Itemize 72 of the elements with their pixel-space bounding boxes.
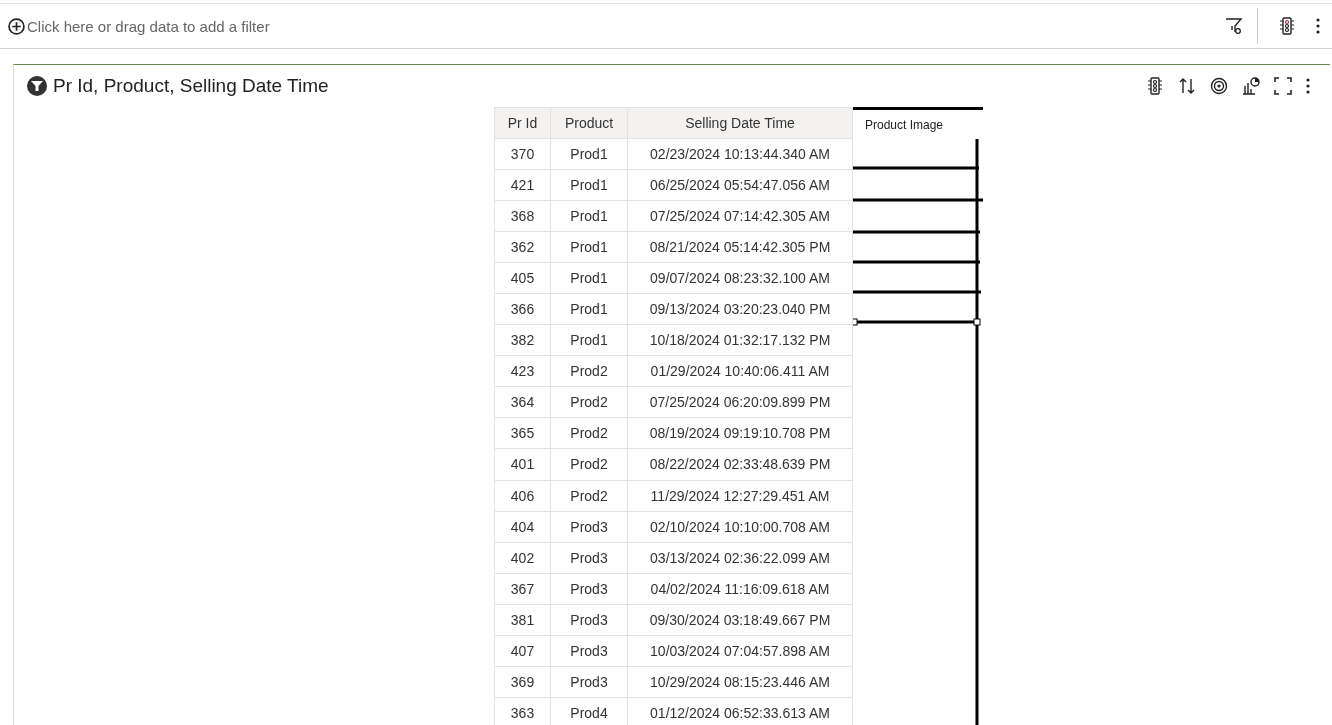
table-cell: 11/29/2024 12:27:29.451 AM [627, 480, 853, 512]
table-cell: 407 [494, 635, 551, 667]
table-cell: 370 [494, 138, 551, 170]
column-header: Product Image [853, 107, 983, 139]
table-cell: 09/30/2024 03:18:49.667 PM [627, 604, 853, 636]
table-cell: 364 [494, 386, 551, 418]
table-cell: 06/25/2024 05:54:47.056 AM [627, 169, 853, 201]
table-cell: 369 [494, 666, 551, 698]
sort-icon[interactable] [1178, 77, 1196, 95]
table-cell: 405 [494, 262, 551, 294]
table-cell: Prod1 [550, 293, 628, 325]
table-cell: 423 [494, 355, 551, 387]
table-cell: 10/29/2024 08:15:23.446 AM [627, 666, 853, 698]
table-cell: Prod3 [550, 604, 628, 636]
table-cell: Prod1 [550, 200, 628, 232]
table-cell: 402 [494, 542, 551, 574]
table-cell: Prod1 [550, 169, 628, 201]
table-cell: 08/21/2024 05:14:42.305 PM [627, 231, 853, 263]
table-cell: Prod2 [550, 386, 628, 418]
table-cell: Prod1 [550, 231, 628, 263]
table-cell: 01/29/2024 10:40:06.411 AM [627, 355, 853, 387]
table-cell: 406 [494, 480, 551, 512]
table-cell: Prod3 [550, 542, 628, 574]
table-cell: Prod2 [550, 480, 628, 512]
table-cell: Prod3 [550, 573, 628, 605]
table-cell: 365 [494, 417, 551, 449]
table-cell: 382 [494, 324, 551, 356]
table-cell: 08/22/2024 02:33:48.639 PM [627, 448, 853, 480]
table-cell: 09/07/2024 08:23:32.100 AM [627, 262, 853, 294]
table-cell: 367 [494, 573, 551, 605]
chart-icon[interactable] [1242, 77, 1260, 95]
add-icon[interactable] [8, 17, 25, 35]
panel-title: Pr Id, Product, Selling Date Time [53, 75, 329, 97]
column-header[interactable]: Selling Date Time [627, 107, 853, 139]
table-cell: 368 [494, 200, 551, 232]
table-cell: 03/13/2024 02:36:22.099 AM [627, 542, 853, 574]
table-cell: 401 [494, 448, 551, 480]
table-cell: Prod2 [550, 417, 628, 449]
traffic-light-icon[interactable] [1146, 77, 1164, 95]
traffic-light-icon[interactable] [1278, 17, 1296, 35]
table-cell: 04/02/2024 11:16:09.618 AM [627, 573, 853, 605]
table-cell: Prod3 [550, 666, 628, 698]
column-header[interactable]: Pr Id [494, 107, 551, 139]
table-cell: 09/13/2024 03:20:23.040 PM [627, 293, 853, 325]
more-icon[interactable] [1306, 78, 1310, 94]
table-cell: 07/25/2024 07:14:42.305 AM [627, 200, 853, 232]
table-cell: 02/10/2024 10:10:00.708 AM [627, 511, 853, 543]
table-cell: 366 [494, 293, 551, 325]
table-cell: 02/23/2024 10:13:44.340 AM [627, 138, 853, 170]
target-icon[interactable] [1210, 77, 1228, 95]
table-cell: Prod3 [550, 511, 628, 543]
table-cell: 10/18/2024 01:32:17.132 PM [627, 324, 853, 356]
table-cell: Prod2 [550, 448, 628, 480]
table-cell: 07/25/2024 06:20:09.899 PM [627, 386, 853, 418]
table-cell: 08/19/2024 09:19:10.708 PM [627, 417, 853, 449]
table-cell: 381 [494, 604, 551, 636]
column-header[interactable]: Product [550, 107, 628, 139]
filter-icon [27, 76, 47, 96]
table-cell: 10/03/2024 07:04:57.898 AM [627, 635, 853, 667]
table-cell: Prod1 [550, 324, 628, 356]
table-cell: Prod2 [550, 355, 628, 387]
filter-field[interactable]: Click here or drag data to add a filter [25, 11, 1225, 41]
table-cell: 404 [494, 511, 551, 543]
table-cell: Prod1 [550, 262, 628, 294]
more-icon[interactable] [1316, 18, 1320, 34]
table-cell: Prod3 [550, 635, 628, 667]
table-cell: 362 [494, 231, 551, 263]
table-cell: 421 [494, 169, 551, 201]
table-cell: Prod1 [550, 138, 628, 170]
filter-settings-icon[interactable] [1225, 17, 1243, 35]
table-cell: 363 [494, 697, 551, 725]
maximize-icon[interactable] [1274, 77, 1292, 95]
